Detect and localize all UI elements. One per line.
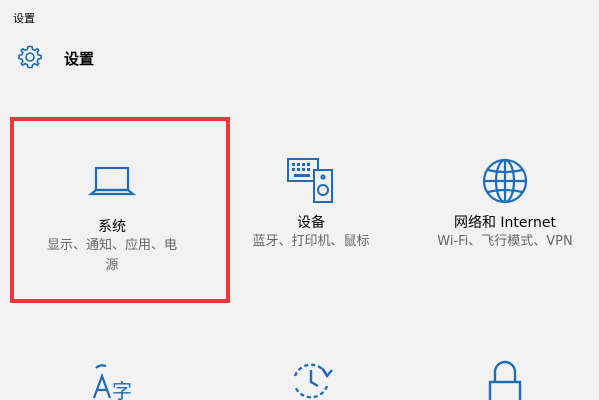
gear-icon: [18, 45, 42, 69]
svg-text:字: 字: [112, 379, 132, 400]
devices-icon: [287, 158, 333, 203]
tile-network-desc: Wi-Fi、飞行模式、VPN: [437, 234, 573, 249]
settings-header: 设置: [0, 40, 600, 76]
lock-icon: [488, 360, 522, 400]
tile-system[interactable]: 系统 显示、通知、应用、电 源: [12, 160, 212, 276]
tile-devices-name: 设备: [297, 215, 325, 231]
page-title: 设置: [64, 50, 95, 68]
tile-system-name: 系统: [98, 219, 126, 235]
tile-network[interactable]: 网络和 Internet Wi-Fi、飞行模式、VPN: [405, 158, 600, 252]
tile-system-desc-line2: 源: [105, 258, 119, 273]
tile-devices[interactable]: 设备 蓝牙、打印机、鼠标: [211, 158, 411, 252]
tile-update-security[interactable]: [211, 358, 411, 400]
globe-icon: [482, 158, 528, 204]
tile-devices-desc: 蓝牙、打印机、鼠标: [252, 234, 370, 249]
tile-time-language[interactable]: 字: [12, 358, 212, 400]
language-icon: 字: [92, 364, 132, 400]
laptop-icon: [87, 166, 137, 196]
window-title: 设置: [13, 12, 35, 25]
title-bar: 设置: [0, 0, 600, 34]
tile-system-desc-line1: 显示、通知、应用、电: [46, 238, 177, 253]
update-icon: [293, 363, 333, 399]
tile-network-name: 网络和 Internet: [453, 215, 557, 231]
settings-window: 设置 设置 系统 显示、通知、应用、电 源 设备 蓝牙、打印机、鼠标 网络和 I…: [0, 0, 600, 400]
tile-privacy[interactable]: [405, 358, 600, 400]
